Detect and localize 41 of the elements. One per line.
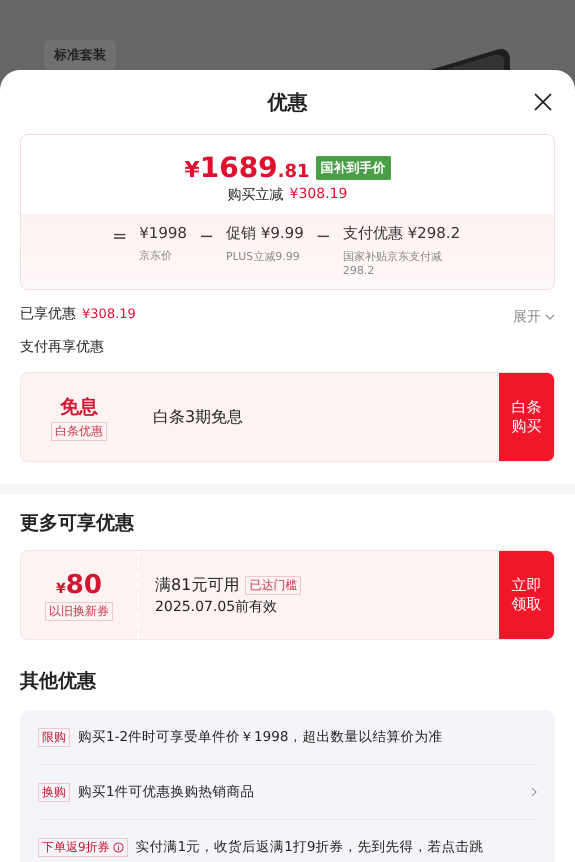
price-note: 京东价 xyxy=(139,248,174,263)
operator-sign: = xyxy=(112,226,128,249)
offer-description: 实付满1元，收货后返满1打9折券，先到先得，若点击跳 xyxy=(136,838,484,856)
section-title: 更多可享优惠 xyxy=(20,511,135,536)
enjoyed-amount: ¥308.19 xyxy=(82,306,136,322)
expand-toggle[interactable]: 展开 xyxy=(513,308,555,326)
subsidy-badge: 国补到手价 xyxy=(316,156,391,180)
section-title: 支付再享优惠 xyxy=(20,338,105,356)
chevron-down-icon[interactable] xyxy=(545,314,555,320)
close-icon[interactable] xyxy=(533,92,553,112)
enjoyed-label: 已享优惠 xyxy=(20,305,76,323)
offer-description: 购买1-2件时可享受单件价￥1998，超出数量以结算价为准 xyxy=(78,728,442,746)
saving-label: 购买立减 xyxy=(228,186,284,204)
claim-button[interactable]: 立即领取 xyxy=(499,551,554,639)
offer-tag: 换购 xyxy=(38,782,70,802)
final-price: ¥1689.81 xyxy=(184,151,310,184)
section-title: 其他优惠 xyxy=(20,669,97,694)
offer-tag: 白条优惠 xyxy=(51,422,107,440)
operator-sign: − xyxy=(198,226,214,249)
sheet-title: 优惠 xyxy=(268,88,308,116)
saving-amount: ¥308.19 xyxy=(290,186,348,204)
buy-button[interactable]: 白条购买 xyxy=(499,373,554,461)
price-component: ¥1998 xyxy=(139,224,187,242)
price-component: 促销 ¥9.99 xyxy=(226,224,304,243)
offer-headline: 免息 xyxy=(60,394,98,420)
status-tag: 已达门槛 xyxy=(245,576,302,594)
price-note: PLUS立减9.99 xyxy=(226,249,301,264)
price-note: 国家补贴京东支付减298.2 xyxy=(342,249,443,277)
offer-text: 白条3期免息 xyxy=(153,406,244,428)
chevron-right-icon[interactable] xyxy=(531,787,537,797)
offer-description: 购买1件可优惠换购热销商品 xyxy=(78,783,255,801)
price-component: 支付优惠 ¥298.2 xyxy=(342,224,462,243)
coupon-tag: 以旧换新券 xyxy=(45,602,113,620)
operator-sign: − xyxy=(316,226,331,249)
info-icon[interactable] xyxy=(112,842,124,852)
coupon-condition: 满81元可用 xyxy=(155,574,240,596)
variant-chip[interactable]: 标准套装 xyxy=(44,40,116,70)
coupon-validity: 2025.07.05前有效 xyxy=(155,598,278,616)
coupon-amount: ¥80 xyxy=(56,570,102,600)
offer-tag: 下单返9折券 xyxy=(38,838,128,856)
offer-tag: 限购 xyxy=(38,728,70,746)
